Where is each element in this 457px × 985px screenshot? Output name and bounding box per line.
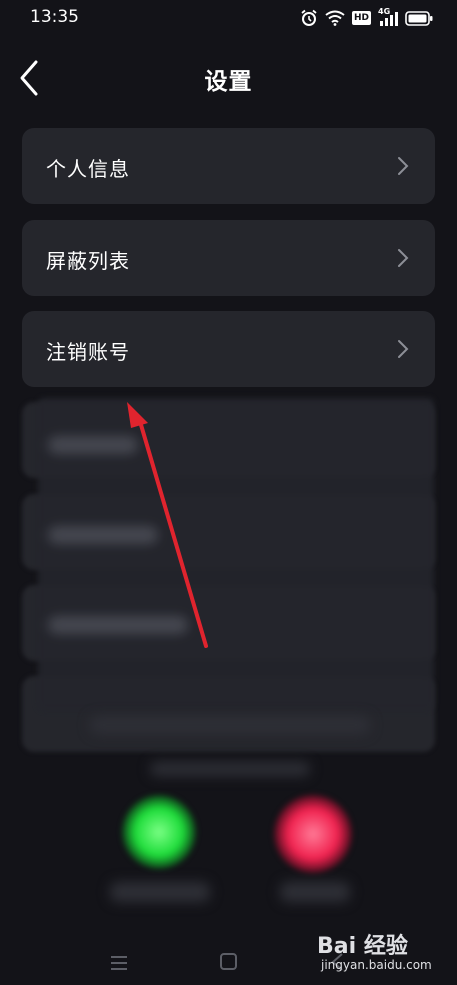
menu-icon[interactable] [110,954,128,972]
watermark-url: jingyan.baidu.com [321,958,432,972]
home-icon[interactable] [220,953,237,970]
red-arrow-annotation [127,402,208,648]
watermark-logo: Bai 经验 [317,934,408,959]
baidu-jingyan-watermark: Bai 经验 jingyan.baidu.com [317,928,437,976]
